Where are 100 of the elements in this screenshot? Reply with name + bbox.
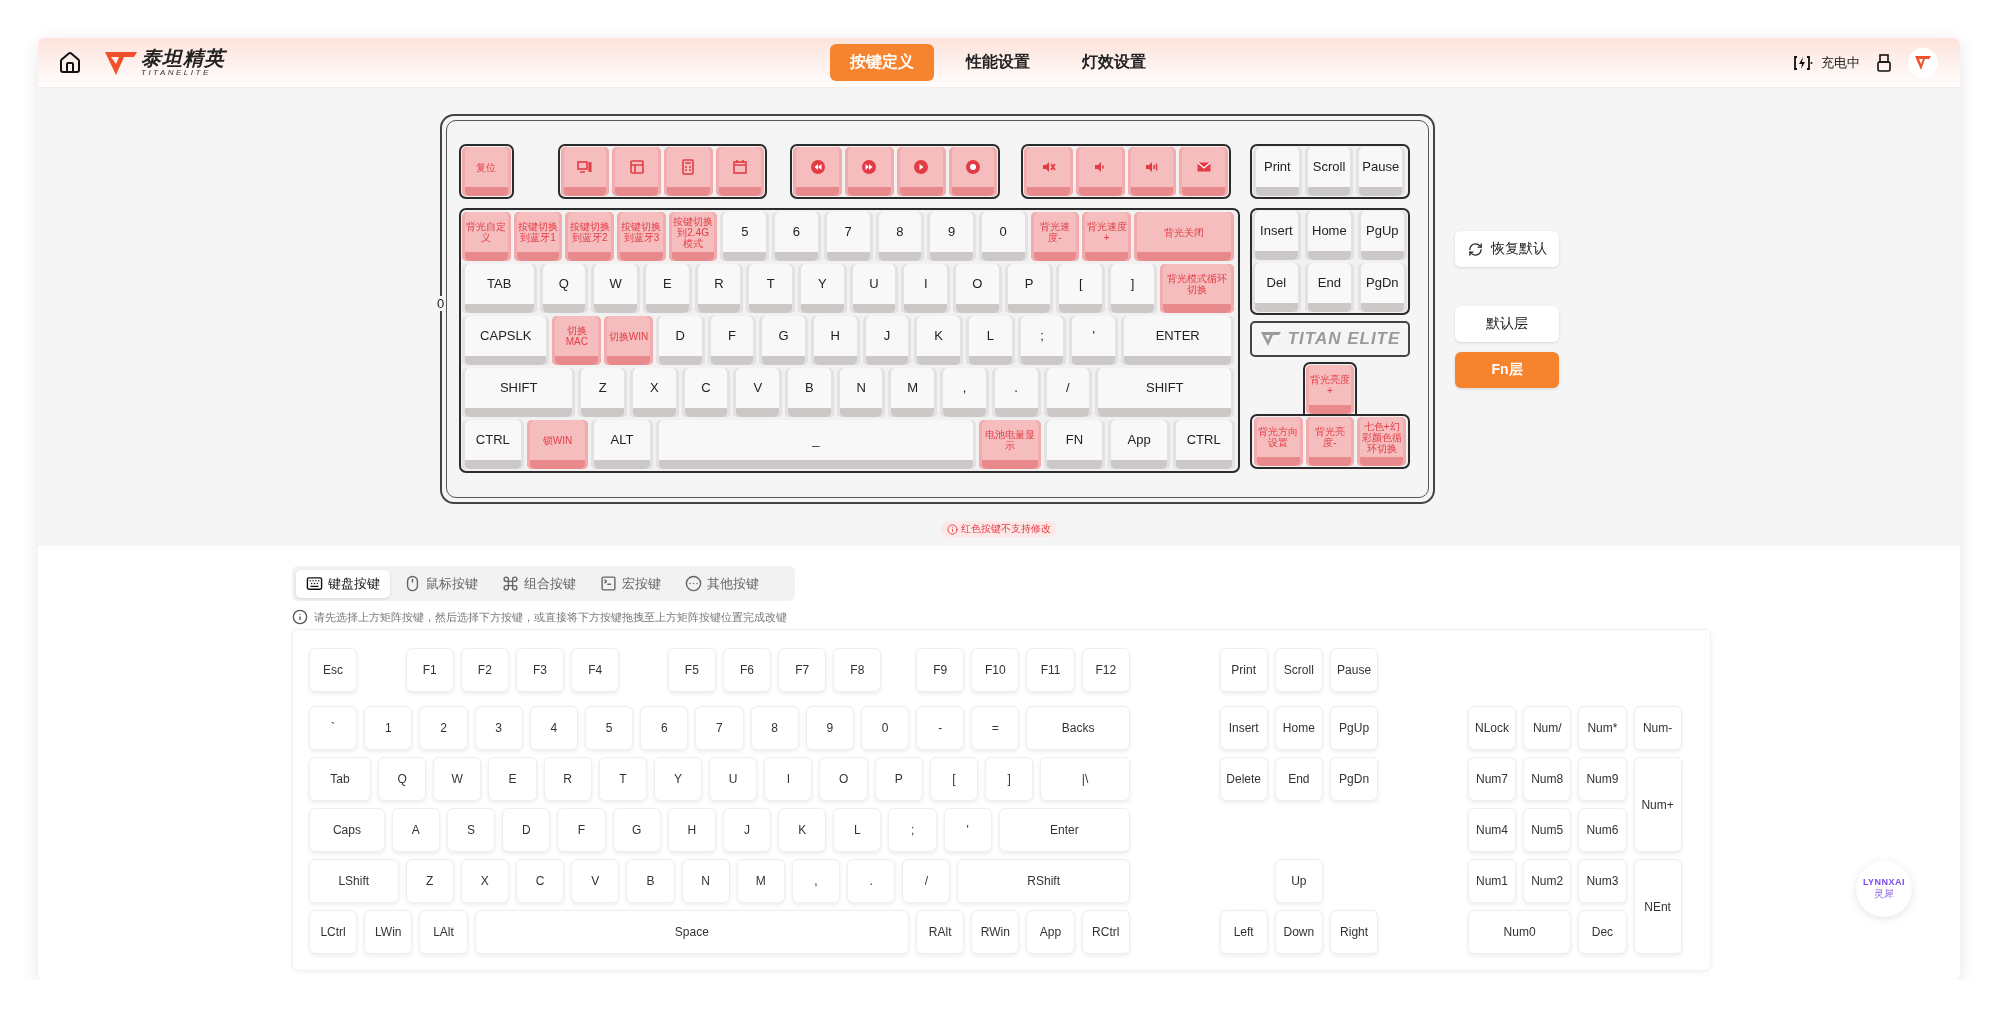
layer-button[interactable]: 默认层 xyxy=(1455,306,1559,342)
keycap[interactable]: Del xyxy=(1252,263,1301,312)
home-icon[interactable] xyxy=(58,50,82,75)
keycap[interactable]: 6 xyxy=(772,212,821,261)
key-button[interactable]: RWin xyxy=(971,910,1020,954)
key-button[interactable]: Space xyxy=(474,910,910,954)
assistant-button[interactable]: LYNNXAI 灵犀 xyxy=(1856,861,1912,917)
key-button[interactable]: 7 xyxy=(695,706,744,750)
key-button[interactable]: Num0 xyxy=(1467,910,1572,954)
keycap[interactable]: L xyxy=(965,316,1015,365)
key-button[interactable]: Q xyxy=(378,757,427,801)
key-button[interactable]: Insert xyxy=(1219,706,1268,750)
key-button[interactable]: Num5 xyxy=(1523,808,1572,852)
key-button[interactable]: 8 xyxy=(750,706,799,750)
keycap[interactable]: R xyxy=(694,264,744,313)
keycap[interactable]: 7 xyxy=(823,212,873,261)
keycap[interactable]: W xyxy=(591,264,640,313)
key-button[interactable]: H xyxy=(667,808,716,852)
key-button[interactable]: Esc xyxy=(309,648,358,692)
key-button[interactable]: LWin xyxy=(364,910,413,954)
keycap[interactable]: 8 xyxy=(875,212,925,261)
key-button[interactable]: F9 xyxy=(916,648,965,692)
key-button[interactable]: ' xyxy=(943,808,992,852)
keycap[interactable]: App xyxy=(1108,420,1170,469)
key-button[interactable]: Num4 xyxy=(1467,808,1517,852)
keycap[interactable]: PgUp xyxy=(1358,211,1407,260)
keycap[interactable] xyxy=(612,147,662,196)
key-button[interactable]: U xyxy=(709,757,758,801)
key-button[interactable]: Right xyxy=(1329,910,1379,954)
key-button[interactable]: Enter xyxy=(998,808,1130,852)
key-button[interactable]: ` xyxy=(309,706,358,750)
keycap[interactable]: G xyxy=(759,316,808,365)
key-button[interactable]: Dec xyxy=(1578,910,1627,954)
keycap[interactable] xyxy=(664,147,713,196)
key-button[interactable]: 6 xyxy=(640,706,689,750)
keycap[interactable]: ' xyxy=(1069,316,1119,365)
keycap[interactable]: ; xyxy=(1017,316,1067,365)
key-button[interactable]: [ xyxy=(929,757,979,801)
key-button[interactable]: F11 xyxy=(1026,648,1075,692)
key-button[interactable]: Left xyxy=(1219,910,1268,954)
keycap[interactable]: Insert xyxy=(1252,211,1301,260)
key-button[interactable]: App xyxy=(1026,910,1075,954)
key-button[interactable]: C xyxy=(515,859,565,903)
key-button[interactable]: Num* xyxy=(1578,706,1627,750)
keycap[interactable]: SHIFT xyxy=(1095,368,1235,417)
key-button[interactable]: / xyxy=(902,859,951,903)
logo-icon[interactable] xyxy=(1914,53,1932,72)
key-button[interactable]: A xyxy=(391,808,440,852)
key-button[interactable]: Tab xyxy=(309,757,371,801)
key-button[interactable]: F2 xyxy=(460,648,509,692)
keycap[interactable] xyxy=(715,147,765,196)
keycap[interactable] xyxy=(845,147,894,196)
key-type-tab[interactable]: 宏按键 xyxy=(590,569,671,598)
keycap[interactable]: 0 xyxy=(978,212,1028,261)
keycap[interactable]: End xyxy=(1305,263,1354,312)
key-button[interactable]: Num7 xyxy=(1467,757,1517,801)
key-button[interactable]: Y xyxy=(653,757,703,801)
key-button[interactable]: NEnt xyxy=(1633,859,1682,954)
keycap[interactable]: 9 xyxy=(927,212,976,261)
key-button[interactable]: T xyxy=(598,757,647,801)
key-button[interactable]: LCtrl xyxy=(309,910,358,954)
key-button[interactable]: , xyxy=(791,859,841,903)
key-button[interactable]: E xyxy=(488,757,537,801)
key-button[interactable]: O xyxy=(819,757,868,801)
key-button[interactable]: Num/ xyxy=(1523,706,1572,750)
keycap[interactable]: [ xyxy=(1056,264,1106,313)
key-button[interactable]: G xyxy=(612,808,661,852)
key-button[interactable]: L xyxy=(833,808,882,852)
key-button[interactable]: F3 xyxy=(515,648,565,692)
key-button[interactable]: Num8 xyxy=(1523,757,1572,801)
keycap[interactable]: ] xyxy=(1108,264,1157,313)
key-button[interactable]: . xyxy=(847,859,896,903)
keycap[interactable]: N xyxy=(836,368,886,417)
key-button[interactable]: Num2 xyxy=(1523,859,1572,903)
keycap[interactable]: ENTER xyxy=(1121,316,1235,365)
key-button[interactable]: Caps xyxy=(309,808,385,852)
keycap[interactable]: P xyxy=(1004,264,1054,313)
key-button[interactable]: 3 xyxy=(474,706,523,750)
keycap[interactable]: M xyxy=(888,368,938,417)
keycap[interactable] xyxy=(1024,147,1073,196)
restore-default-button[interactable]: 恢复默认 xyxy=(1455,231,1559,267)
key-button[interactable]: LShift xyxy=(309,859,399,903)
keycap[interactable]: / xyxy=(1043,368,1093,417)
keycap[interactable]: FN xyxy=(1043,420,1106,469)
key-button[interactable]: F5 xyxy=(667,648,716,692)
key-type-tab[interactable]: 其他按键 xyxy=(675,569,769,598)
keycap[interactable]: Z xyxy=(578,368,627,417)
keycap[interactable]: X xyxy=(630,368,679,417)
key-button[interactable]: W xyxy=(433,757,482,801)
key-type-tab[interactable]: 组合按键 xyxy=(492,569,586,598)
keycap[interactable]: K xyxy=(914,316,963,365)
key-button[interactable]: K xyxy=(778,808,827,852)
keycap[interactable]: 5 xyxy=(720,212,770,261)
key-button[interactable]: NLock xyxy=(1467,706,1517,750)
key-button[interactable]: 4 xyxy=(529,706,578,750)
key-button[interactable]: B xyxy=(626,859,675,903)
keycap[interactable]: CTRL xyxy=(1172,420,1235,469)
key-button[interactable]: 5 xyxy=(584,706,634,750)
keycap[interactable]: CTRL xyxy=(462,420,524,469)
keycap[interactable] xyxy=(793,147,843,196)
